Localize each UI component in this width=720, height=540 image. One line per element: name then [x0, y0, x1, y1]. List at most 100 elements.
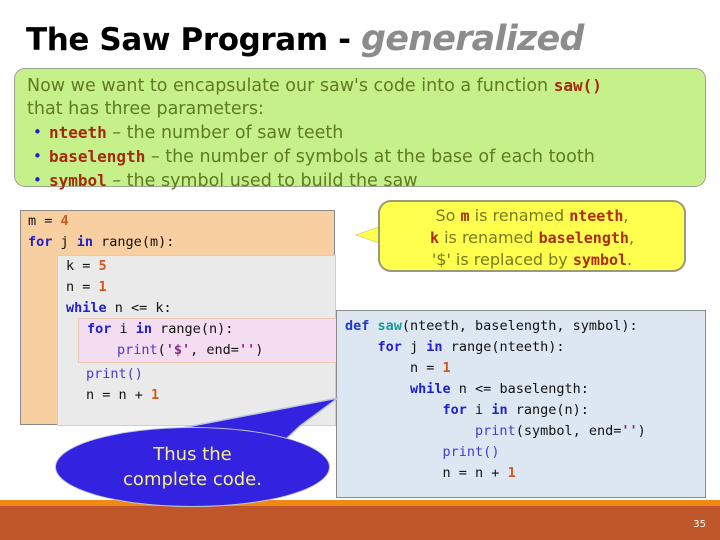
code-token-params: (nteeth, baselength, symbol): — [401, 318, 638, 334]
code-token-keyword: def — [345, 318, 370, 334]
yellow-line-2: k is renamed baselength, — [380, 227, 684, 249]
green-bullet-item-nteeth: • nteeth – the number of saw teeth — [27, 121, 695, 145]
code-token-var: j — [52, 234, 77, 250]
yellow-line-3: '$' is replaced by symbol. — [380, 249, 684, 271]
green-bullet-item-baselength: • baselength – the number of symbols at … — [27, 145, 695, 169]
code-token-var: n = n + — [86, 387, 152, 403]
yellow-text: , — [623, 206, 629, 225]
code-token-keyword: in — [135, 321, 153, 337]
generalized-code-block: def saw(nteeth, baselength, symbol): for… — [336, 310, 706, 498]
page-title-main: The Saw Program - — [26, 22, 361, 58]
code-line-print-dollar: print('$', end='') — [87, 340, 336, 361]
yellow-text: is renamed — [438, 228, 539, 247]
code-token-rest: (symbol, end= — [515, 423, 622, 439]
slide-canvas: The Saw Program - generalized Now we wan… — [0, 0, 720, 540]
code-token-keyword: while — [345, 381, 451, 397]
green-bullet-body: symbol – the symbol used to build the sa… — [49, 169, 418, 193]
green-line-2: that has three parameters: — [27, 99, 264, 119]
code-token-punct: ( — [157, 342, 166, 358]
code-line-print-empty: print() — [66, 364, 335, 385]
yellow-text: So — [435, 206, 461, 225]
page-title-emphasis: generalized — [360, 19, 584, 59]
yellow-text: , — [628, 228, 635, 247]
blue-callout-line-1: Thus the — [153, 444, 232, 465]
code-token-rest: range(n): — [507, 402, 589, 418]
innermost-print-block: for i in range(n): print('$', end='') — [78, 318, 337, 363]
green-bullet-body: nteeth – the number of saw teeth — [49, 121, 343, 145]
yellow-text: . — [627, 250, 633, 269]
code-token-var: n = — [66, 279, 99, 295]
code-token-number: 1 — [507, 465, 516, 481]
code-line-while-gen: while n <= baselength: — [345, 379, 705, 400]
code-token-string: '$' — [165, 342, 191, 358]
yellow-code-new: symbol — [572, 251, 628, 269]
code-token-var: n = — [345, 360, 443, 376]
blue-callout-line-2: complete code. — [123, 469, 262, 490]
code-line-for-i-gen: for i in range(n): — [345, 400, 705, 421]
code-token-number: 5 — [98, 258, 107, 274]
code-token-rest: range(nteeth): — [442, 339, 565, 355]
footer-bar — [0, 506, 720, 540]
code-token-keyword: for — [87, 321, 112, 337]
code-token-keyword: in — [491, 402, 508, 418]
green-line-1-code: saw() — [553, 76, 602, 95]
green-bullet-item-symbol: • symbol – the symbol used to build the … — [27, 169, 695, 193]
code-token-var: j — [401, 339, 427, 355]
code-token-var: m — [28, 213, 37, 229]
code-token-var: k = — [66, 258, 99, 274]
code-token-number: 4 — [60, 213, 69, 229]
green-bullet-code: symbol — [49, 171, 107, 190]
code-line-k-assign: k = 5 — [66, 256, 335, 277]
yellow-text: '$' is replaced by — [431, 250, 573, 269]
code-line-print-empty-gen: print() — [345, 442, 705, 463]
yellow-code-old: m — [460, 207, 470, 225]
code-token-punct: ) — [637, 423, 646, 439]
code-line-for-j: for j in range(m): — [21, 232, 334, 253]
green-bullet-code: baselength — [49, 147, 146, 166]
code-token-call: print — [475, 423, 516, 439]
code-token-keyword: for — [345, 339, 402, 355]
yellow-code-new: nteeth — [569, 207, 624, 225]
green-line-1-text: Now we want to encapsulate our saw's cod… — [27, 76, 554, 96]
code-token-call: print — [117, 342, 158, 358]
code-token-punct: ) — [255, 342, 264, 358]
code-token-keyword: in — [426, 339, 443, 355]
page-number: 35 — [693, 519, 706, 530]
code-line-print-symbol: print(symbol, end='') — [345, 421, 705, 442]
green-bullet-code: nteeth — [49, 123, 107, 142]
yellow-code-old: k — [429, 229, 439, 247]
code-token-function-name: saw — [369, 318, 402, 334]
yellow-text: is renamed — [469, 206, 570, 225]
code-line-n-assign-gen: n = 1 — [345, 358, 705, 379]
green-line-1: Now we want to encapsulate our saw's cod… — [27, 74, 695, 98]
code-line-def-saw: def saw(nteeth, baselength, symbol): — [345, 316, 705, 337]
code-token-keyword: for — [28, 234, 53, 250]
code-token-string: '' — [238, 342, 256, 358]
code-token-var: n = n + — [345, 465, 508, 481]
green-explanation-box: Now we want to encapsulate our saw's cod… — [14, 68, 706, 191]
green-bullet-body: baselength – the number of symbols at th… — [49, 145, 595, 169]
renaming-callout: So m is renamed nteeth, k is renamed bas… — [378, 200, 686, 272]
code-line-n-increment-gen: n = n + 1 — [345, 463, 705, 484]
original-code-block: m = 4 for j in range(m): k = 5 n = 1 whi… — [20, 210, 337, 426]
page-title: The Saw Program - generalized — [26, 22, 584, 57]
complete-code-callout: Thus the complete code. — [55, 427, 330, 507]
yellow-line-1: So m is renamed nteeth, — [380, 205, 684, 227]
code-token-rest: , end= — [190, 342, 239, 358]
code-token-var: i — [466, 402, 492, 418]
code-line-m-assign: m = 4 — [21, 211, 334, 232]
code-token-keyword: in — [76, 234, 94, 250]
code-token-rest: range(m): — [93, 234, 175, 250]
code-token-keyword: while — [66, 300, 107, 316]
green-bullet-text: – the symbol used to build the saw — [106, 171, 418, 191]
code-token-number: 1 — [442, 360, 451, 376]
bullet-icon: • — [33, 123, 42, 141]
bullet-icon: • — [33, 147, 42, 165]
code-line-while: while n <= k: — [66, 298, 335, 319]
code-line-for-i: for i in range(n): — [87, 319, 336, 340]
yellow-code-new: baselength — [538, 229, 629, 247]
code-token-op: = — [36, 213, 61, 229]
green-bullet-text: – the number of symbols at the base of e… — [145, 147, 595, 167]
code-token-keyword: for — [345, 402, 467, 418]
